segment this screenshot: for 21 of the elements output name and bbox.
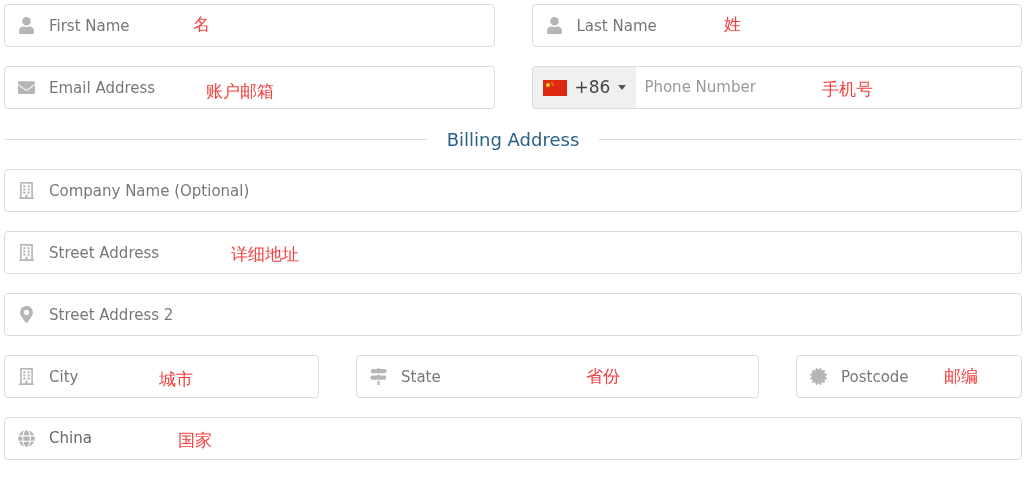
person-icon [18, 17, 35, 34]
building-icon [18, 182, 35, 199]
annotation: 邮编 [944, 365, 978, 388]
seal-icon [810, 368, 827, 385]
annotation: 账户邮箱 [206, 80, 274, 103]
building-icon [18, 368, 35, 385]
globe-icon [18, 430, 35, 447]
building-icon [18, 244, 35, 261]
annotation: 省份 [586, 365, 620, 388]
envelope-icon [18, 79, 35, 96]
person-icon [545, 17, 563, 34]
text-input[interactable]: Company Name (Optional) [4, 169, 1022, 212]
annotation: 国家 [178, 429, 212, 452]
annotation: 城市 [159, 368, 193, 391]
annotation: 详细地址 [231, 243, 299, 266]
annotation: 名 [193, 13, 210, 36]
text-input[interactable]: Street Address 2 [4, 293, 1022, 336]
section-heading: Billing Address [446, 127, 580, 152]
annotation: 姓 [723, 13, 741, 36]
map-pin-icon [18, 306, 35, 323]
signpost-icon [370, 368, 387, 385]
